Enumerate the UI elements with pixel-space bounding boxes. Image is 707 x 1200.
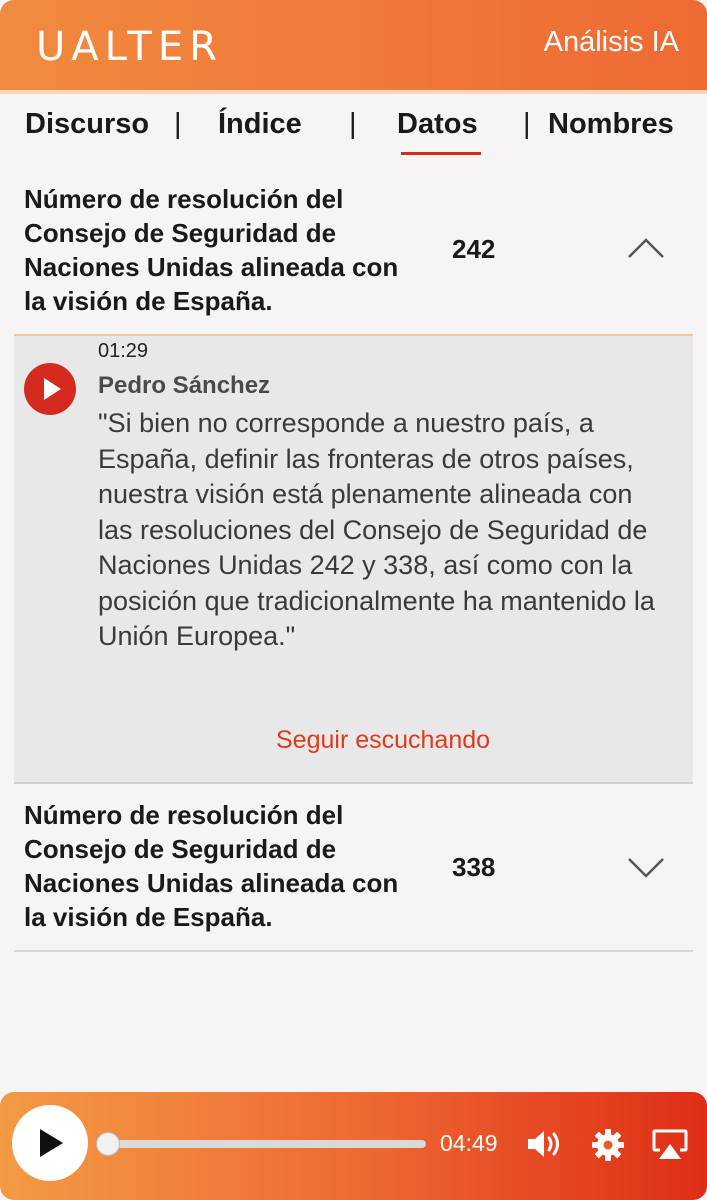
tab-bar: Discurso | Índice | Datos | Nombres	[0, 98, 707, 160]
data-item-value: 242	[452, 234, 496, 264]
progress-track[interactable]	[104, 1140, 426, 1148]
play-icon	[40, 1129, 63, 1157]
progress-thumb[interactable]	[96, 1132, 120, 1156]
play-icon	[44, 378, 61, 400]
data-item-title: Número de resolución del Consejo de Segu…	[24, 184, 399, 316]
tab-indice[interactable]: Índice	[218, 108, 302, 141]
tab-separator: |	[523, 108, 531, 140]
player-play-button[interactable]	[12, 1105, 88, 1181]
app-header: UALTER Análisis IA	[0, 0, 707, 94]
duration-label: 04:49	[440, 1130, 498, 1156]
tab-separator: |	[174, 108, 182, 140]
chevron-down-icon[interactable]	[626, 856, 666, 880]
data-item-row[interactable]: Número de resolución del Consejo de Segu…	[14, 176, 693, 336]
app-frame: UALTER Análisis IA Discurso | Índice | D…	[0, 0, 707, 1200]
chevron-up-icon[interactable]	[626, 236, 666, 260]
quote-play-button[interactable]	[24, 363, 76, 415]
header-title: Análisis IA	[543, 26, 679, 58]
airplay-icon[interactable]	[652, 1128, 688, 1162]
tab-datos[interactable]: Datos	[397, 108, 478, 141]
audio-player: 04:49	[0, 1092, 707, 1200]
speaker-name: Pedro Sánchez	[98, 372, 271, 399]
gear-icon[interactable]	[592, 1129, 624, 1161]
active-tab-indicator	[401, 152, 481, 155]
continue-listening-link[interactable]: Seguir escuchando	[276, 726, 490, 755]
data-item-value: 338	[452, 852, 496, 882]
tab-nombres[interactable]: Nombres	[548, 108, 674, 141]
quote-panel: 01:29 Pedro Sánchez "Si bien no correspo…	[14, 336, 693, 784]
tab-separator: |	[349, 108, 357, 140]
quote-text: "Si bien no corresponde a nuestro país, …	[98, 408, 655, 651]
data-item-row[interactable]: Número de resolución del Consejo de Segu…	[14, 784, 693, 952]
quote-timestamp: 01:29	[98, 340, 149, 362]
volume-icon[interactable]	[526, 1128, 564, 1160]
ualter-logo: UALTER	[36, 24, 223, 70]
data-item-title: Número de resolución del Consejo de Segu…	[24, 800, 399, 932]
tab-discurso[interactable]: Discurso	[25, 108, 149, 141]
